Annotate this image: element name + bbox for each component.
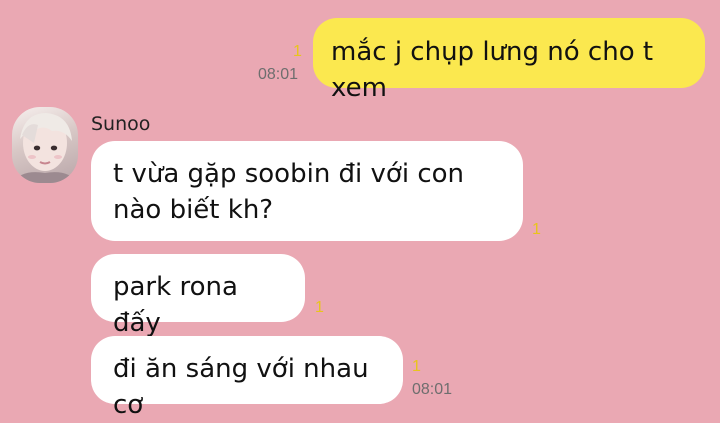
sender-name: Sunoo	[91, 113, 151, 135]
message-text: mắc j chụp lưng nó cho t xem	[331, 37, 654, 103]
incoming-message-bubble[interactable]: đi ăn sáng với nhau cơ	[91, 336, 403, 420]
incoming-message-bubble[interactable]: t vừa gặp soobin đi với con nào biết kh?	[91, 141, 523, 241]
message-time: 08:01	[412, 381, 453, 398]
message-text: park rona đấy	[113, 272, 238, 338]
avatar-photo	[12, 113, 78, 183]
message-text: đi ăn sáng với nhau cơ	[113, 354, 369, 420]
message-text: t vừa gặp soobin đi với con nào biết kh?	[113, 159, 465, 225]
message-time: 08:01	[258, 66, 299, 83]
unread-count: 1	[315, 299, 324, 316]
unread-count: 1	[293, 43, 302, 60]
outgoing-message-bubble[interactable]: mắc j chụp lưng nó cho t xem	[313, 18, 705, 103]
sender-avatar[interactable]	[12, 107, 78, 183]
unread-count: 1	[532, 221, 541, 238]
unread-count: 1	[412, 358, 421, 375]
incoming-message-bubble[interactable]: park rona đấy	[91, 254, 305, 338]
